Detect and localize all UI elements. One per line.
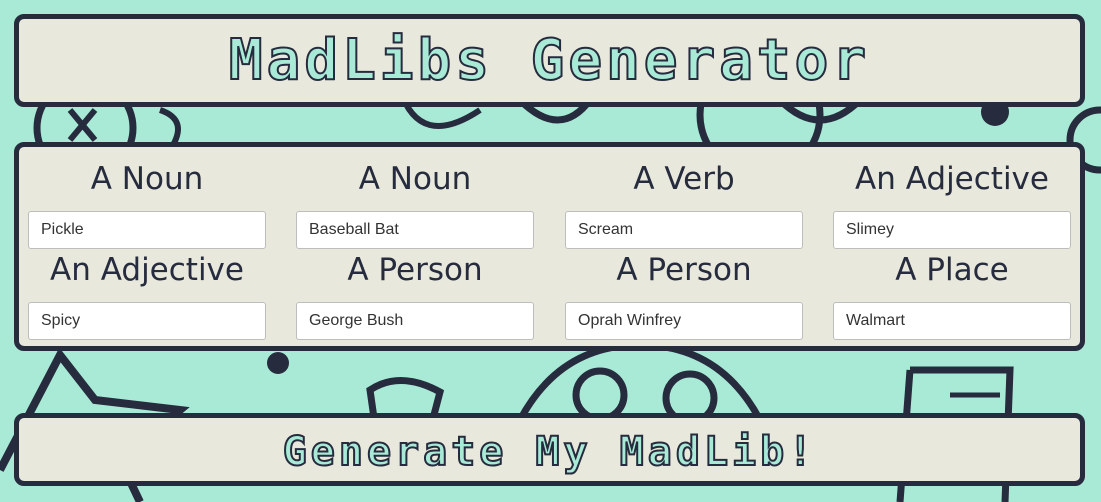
field-label: An Adjective xyxy=(855,161,1049,197)
field-person-2: A Person xyxy=(565,250,803,340)
field-person-1: A Person xyxy=(296,250,534,340)
person-1-input[interactable] xyxy=(296,302,534,340)
generate-button-label: Generate My MadLib! xyxy=(282,429,817,475)
header-panel: MadLibs Generator xyxy=(14,14,1085,107)
field-noun-2: A Noun xyxy=(296,159,534,249)
field-label: A Person xyxy=(616,252,752,288)
noun-1-input[interactable] xyxy=(28,211,266,249)
noun-2-input[interactable] xyxy=(296,211,534,249)
field-label: A Place xyxy=(895,252,1009,288)
field-label: A Verb xyxy=(633,161,735,197)
field-label: An Adjective xyxy=(50,252,244,288)
field-place: A Place xyxy=(833,250,1071,340)
field-adjective-2: An Adjective xyxy=(28,250,266,340)
page-title: MadLibs Generator xyxy=(228,28,871,93)
verb-input[interactable] xyxy=(565,211,803,249)
field-adjective-1: An Adjective xyxy=(833,159,1071,249)
madlib-form: A Noun A Noun A Verb An Adjective An Adj… xyxy=(14,142,1085,351)
field-label: A Noun xyxy=(358,161,472,197)
field-label: A Noun xyxy=(90,161,204,197)
field-noun-1: A Noun xyxy=(28,159,266,249)
adjective-1-input[interactable] xyxy=(833,211,1071,249)
field-verb: A Verb xyxy=(565,159,803,249)
person-2-input[interactable] xyxy=(565,302,803,340)
field-label: A Person xyxy=(347,252,483,288)
generate-button[interactable]: Generate My MadLib! xyxy=(14,413,1085,486)
adjective-2-input[interactable] xyxy=(28,302,266,340)
place-input[interactable] xyxy=(833,302,1071,340)
